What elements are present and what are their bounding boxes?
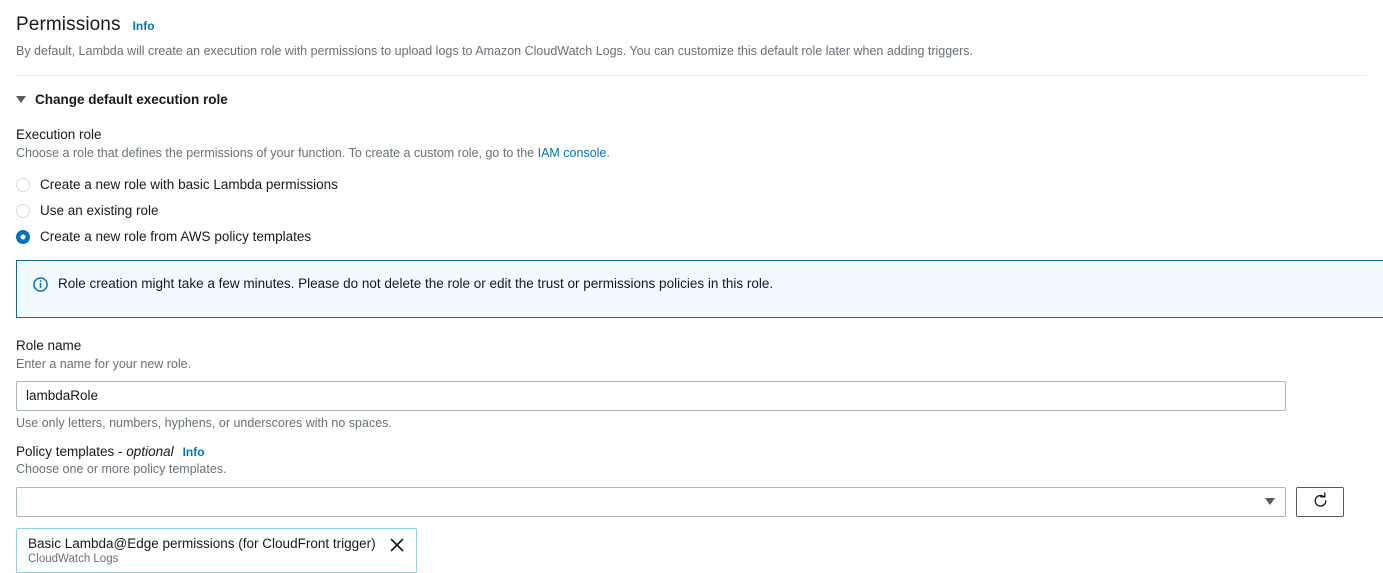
policy-templates-select-row bbox=[16, 486, 1367, 517]
change-default-execution-role-toggle[interactable]: Change default execution role bbox=[0, 76, 1383, 107]
policy-templates-optional-text: optional bbox=[126, 443, 174, 459]
policy-templates-label-row: Policy templates - optional Info bbox=[16, 444, 1367, 459]
policy-templates-label: Policy templates - optional bbox=[16, 444, 174, 459]
token-texts: Basic Lambda@Edge permissions (for Cloud… bbox=[28, 536, 376, 567]
radio-label: Create a new role with basic Lambda perm… bbox=[40, 177, 338, 193]
radio-option-from-policy-templates[interactable]: Create a new role from AWS policy templa… bbox=[16, 224, 1367, 250]
role-creation-info-alert: Role creation might take a few minutes. … bbox=[16, 259, 1383, 318]
role-name-description: Enter a name for your new role. bbox=[16, 356, 192, 371]
permissions-description: By default, Lambda will create an execut… bbox=[16, 44, 974, 58]
radio-label: Use an existing role bbox=[40, 203, 159, 219]
caret-down-icon bbox=[16, 95, 26, 103]
token-subtitle: CloudWatch Logs bbox=[28, 553, 119, 566]
role-name-input[interactable] bbox=[16, 380, 1286, 411]
close-icon[interactable] bbox=[389, 537, 405, 553]
expandable-label: Change default execution role bbox=[35, 91, 228, 107]
radio-icon[interactable] bbox=[16, 203, 30, 218]
role-name-label: Role name bbox=[16, 337, 82, 353]
permissions-info-link[interactable]: Info bbox=[133, 19, 155, 33]
refresh-icon bbox=[1312, 491, 1329, 512]
policy-templates-select[interactable] bbox=[16, 486, 1286, 517]
execution-role-description-text: Choose a role that defines the permissio… bbox=[16, 145, 538, 160]
radio-option-create-new-basic[interactable]: Create a new role with basic Lambda perm… bbox=[16, 172, 1367, 198]
iam-console-link[interactable]: IAM console bbox=[538, 146, 607, 160]
caret-down-icon bbox=[1265, 498, 1275, 505]
title-row: Permissions Info bbox=[16, 14, 1367, 36]
policy-templates-info-link[interactable]: Info bbox=[183, 445, 205, 459]
radio-icon-selected[interactable] bbox=[16, 229, 30, 244]
policy-templates-description: Choose one or more policy templates. bbox=[16, 461, 227, 476]
refresh-button[interactable] bbox=[1296, 486, 1344, 517]
info-circle-icon bbox=[33, 276, 48, 292]
radio-option-use-existing[interactable]: Use an existing role bbox=[16, 198, 1367, 224]
role-name-helper-text: Use only letters, numbers, hyphens, or u… bbox=[16, 415, 392, 430]
execution-role-radio-group: Create a new role with basic Lambda perm… bbox=[16, 172, 1367, 250]
page-title: Permissions bbox=[16, 14, 121, 35]
permissions-form-lower: Role name Enter a name for your new role… bbox=[0, 338, 1383, 573]
permissions-form: Execution role Choose a role that define… bbox=[0, 127, 1383, 250]
selected-policy-template-token: Basic Lambda@Edge permissions (for Cloud… bbox=[16, 527, 417, 573]
radio-icon[interactable] bbox=[16, 177, 30, 192]
execution-role-description-tail: . bbox=[606, 145, 610, 160]
policy-templates-label-text: Policy templates - bbox=[16, 443, 127, 459]
alert-message: Role creation might take a few minutes. … bbox=[58, 275, 774, 291]
execution-role-label: Execution role bbox=[16, 126, 102, 142]
permissions-section-header: Permissions Info By default, Lambda will… bbox=[0, 0, 1383, 76]
execution-role-description: Choose a role that defines the permissio… bbox=[16, 145, 1367, 162]
radio-label: Create a new role from AWS policy templa… bbox=[40, 229, 312, 245]
